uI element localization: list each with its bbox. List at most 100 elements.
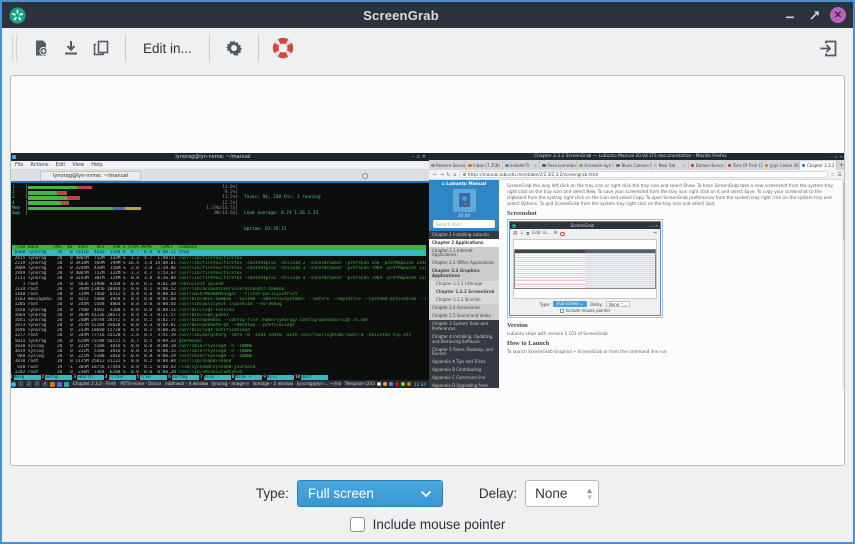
help-button[interactable] (268, 33, 298, 63)
manual-search-input: Search docs (433, 220, 495, 228)
htop-meters: 1[11.0%]2[9.2%]3[11.5%]4[12.5%]Mem[1.19G… (12, 185, 426, 242)
taskbar-window-button: Chapter 2.3.2 - Firefox (71, 381, 116, 388)
save-button[interactable] (56, 33, 86, 63)
manual-nav-item: Chapter 2.3 Graphics Applications (429, 268, 499, 281)
taskbar-window-button: lynorag - image-mi (210, 381, 249, 388)
quit-button[interactable] (813, 33, 843, 63)
fkey-number: 10 (294, 375, 301, 380)
embedded-screenshot-image: ScreenGrab – ▫ ✕ ▤ ↓ ⧉ Edit in... ⚙ (507, 219, 663, 318)
firefox-tab: Chapter 2.3.2 S× (800, 161, 837, 170)
fkey-label: Help (14, 375, 41, 380)
firefox-tab: Rosa Lummbu× (540, 161, 577, 170)
copy-icon (92, 39, 110, 57)
delay-spinbox[interactable]: None ▲ ▼ (525, 480, 599, 507)
tray-icon (389, 382, 393, 386)
new-screenshot-button[interactable] (26, 33, 56, 63)
htop-fkey: 1Help (10, 375, 41, 380)
meter-segment (28, 191, 58, 195)
manual-nav-item: Chapter 2.5 Sound and Video (429, 312, 499, 320)
fkey-label: Quit (301, 375, 328, 380)
launch-heading: How to Launch (507, 340, 836, 347)
new-tab-icon: + (837, 161, 845, 170)
home-icon: ⌂ (453, 172, 456, 178)
htop-fkey: 5Tree (136, 375, 168, 380)
embedded-toolbar: ▤ ↓ ⧉ Edit in... ⚙ ⇥ (510, 229, 660, 238)
firefox-tab: Blues Cannon h× (614, 161, 651, 170)
embedded-window-buttons: – ▫ ✕ (649, 224, 658, 228)
launcher-icon (64, 382, 69, 387)
lock-icon (463, 173, 466, 176)
htop-fkey: 8Nice + (231, 375, 263, 380)
manual-version: 20.04 (458, 213, 470, 218)
terminal-menu-item: Actions (30, 162, 48, 168)
sidebar-header: ⌂ Lubuntu Manual 20.04 Search docs (429, 180, 499, 231)
embedded-type-combo: Full screen ⌄ (553, 301, 587, 307)
terminal-tabbar: lynorag@lyn-nvme: ~/manual (10, 170, 429, 183)
copy-button[interactable] (86, 33, 116, 63)
meter-bar (28, 207, 192, 211)
terminal-close-icon: ✕ (422, 154, 426, 160)
tab-favicon (431, 164, 435, 168)
type-label: Type: (256, 486, 289, 501)
tab-favicon (654, 164, 658, 168)
titlebar: ScreenGrab ✕ (2, 2, 853, 28)
type-combobox[interactable]: Full screen (297, 480, 443, 507)
terminal-titlebar: lynorag@lyn-nvme: ~/manual – ▫ ✕ (10, 153, 429, 161)
fkey-label: Tree (140, 375, 167, 380)
terminal-menu-item: Edit (56, 162, 66, 168)
fkey-label: Search (77, 375, 104, 380)
meter-segment (113, 207, 125, 211)
embedded-thumb-left (515, 250, 585, 288)
terminal-menu-item: Help (91, 162, 102, 168)
launcher-icon (50, 382, 55, 387)
tab-favicon (579, 164, 583, 168)
meter-segment (28, 201, 61, 205)
embedded-app-icon (512, 224, 516, 228)
maximize-button[interactable] (804, 5, 824, 25)
embedded-titlebar: ScreenGrab – ▫ ✕ (510, 222, 660, 229)
new-document-icon (32, 39, 50, 57)
fkey-label: Setup (45, 375, 72, 380)
preview-firefox-monitor: Chapter 2.3.2 ScreenGrab — Lubuntu Manua… (429, 153, 845, 388)
article-paragraph: ScreenGrab this way left click on the tr… (507, 183, 837, 207)
delay-spin-buttons[interactable]: ▲ ▼ (581, 481, 598, 506)
embedded-exit-icon: ⇥ (653, 231, 657, 236)
workspace-switcher: 3 (34, 381, 40, 387)
spin-down-icon[interactable]: ▼ (586, 494, 594, 501)
fkey-label: Nice - (204, 375, 231, 380)
htop-fkey: 6SortBy (167, 375, 199, 380)
minimize-icon (785, 10, 795, 20)
fkey-label: SortBy (172, 375, 199, 380)
toolbar: Edit in... (2, 28, 853, 68)
fkey-label: Nice + (235, 375, 262, 380)
workspace-switcher: 4 (42, 381, 48, 387)
manual-nav-item: Chapter 1 Installing Lubuntu (429, 231, 499, 239)
chevron-down-icon (420, 490, 432, 498)
meter-segment (28, 186, 77, 190)
embedded-thumbnail (514, 249, 656, 289)
workspace-switcher: 1 (18, 381, 24, 387)
htop-fkey: 9Kill (262, 375, 294, 380)
minimize-button[interactable] (780, 5, 800, 25)
include-pointer-checkbox[interactable] (350, 517, 365, 532)
desktop-taskbar: 1234Chapter 2.3.2 - FirefoxP0T0-nvme - D… (10, 380, 429, 388)
tab-close-icon: × (682, 163, 685, 168)
terminal-menu-item: View (72, 162, 84, 168)
firefox-tabbar: Restore Session×Inbox (7,358)×linkbldr-T… (429, 160, 845, 170)
meter-bar (28, 186, 192, 190)
tab-label: Blues Cannon h (621, 163, 651, 168)
terminal-tab: lynorag@lyn-nvme: ~/manual (40, 171, 141, 181)
launch-text: To launch ScreenGrab Graphics ‣ ScreenGr… (507, 349, 837, 355)
reload-icon: ↻ (446, 172, 450, 178)
screenshot-preview-image: lynorag@lyn-nvme: ~/manual – ▫ ✕ FileAct… (10, 153, 845, 388)
manual-nav-item: Appendix C Command line (429, 375, 499, 383)
settings-button[interactable] (219, 33, 249, 63)
edit-in-button[interactable]: Edit in... (135, 33, 200, 63)
close-button[interactable]: ✕ (830, 7, 846, 23)
tab-label: linkbldr-Tr (510, 163, 529, 168)
htop-function-keys: 1Help2Setup3Search4Filter5Tree6SortBy7Ni… (10, 375, 429, 380)
meter-segment (28, 207, 113, 211)
toolbar-handle[interactable] (12, 35, 17, 61)
fkey-label: Kill (267, 375, 294, 380)
tray-icon (395, 382, 399, 386)
